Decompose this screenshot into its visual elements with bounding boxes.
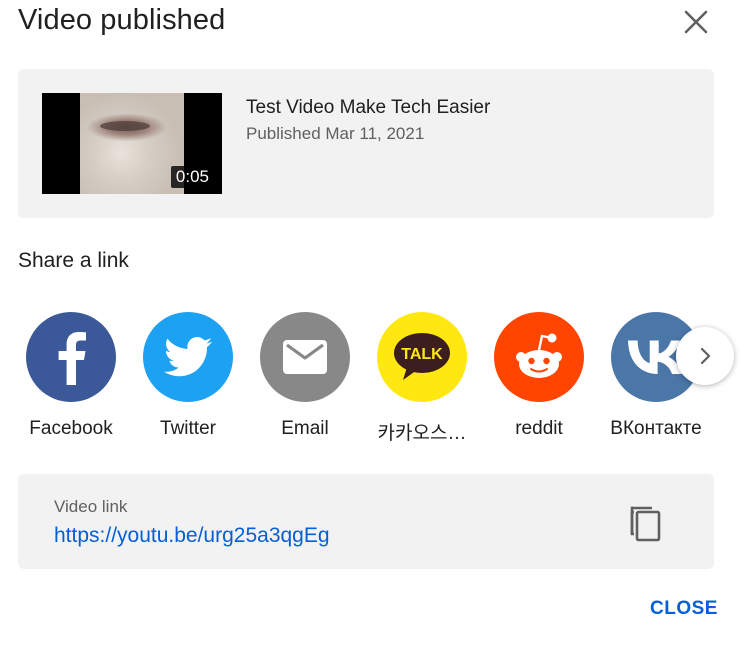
close-button[interactable]: CLOSE xyxy=(650,598,718,620)
share-reddit[interactable]: reddit xyxy=(481,312,597,440)
reddit-icon xyxy=(494,312,584,402)
share-label: reddit xyxy=(515,418,563,439)
share-label: ВКонтакте xyxy=(610,418,702,439)
close-x-icon[interactable] xyxy=(680,6,712,38)
dialog-title: Video published xyxy=(18,4,226,36)
facebook-icon xyxy=(26,312,116,402)
thumbnail-detail xyxy=(100,121,150,131)
chevron-right-icon xyxy=(700,347,711,365)
copy-icon[interactable] xyxy=(628,504,664,542)
next-share-button[interactable] xyxy=(676,327,734,385)
thumbnail-image xyxy=(80,93,184,194)
share-heading: Share a link xyxy=(18,249,129,272)
video-link-label: Video link xyxy=(54,497,128,516)
video-title: Test Video Make Tech Easier xyxy=(246,97,491,118)
video-link-url[interactable]: https://youtu.be/urg25a3qgEg xyxy=(54,524,330,548)
share-email[interactable]: Email xyxy=(247,312,363,440)
svg-text:TALK: TALK xyxy=(401,346,443,363)
share-label: Twitter xyxy=(160,418,216,439)
publish-date: Published Mar 11, 2021 xyxy=(246,124,425,143)
share-label: Facebook xyxy=(29,418,113,439)
share-label: Email xyxy=(281,418,329,439)
video-card: 0:05 Test Video Make Tech Easier Publish… xyxy=(18,69,714,218)
email-icon xyxy=(260,312,350,402)
share-kakao[interactable]: TALK 카카오스… xyxy=(364,312,480,445)
twitter-icon xyxy=(143,312,233,402)
duration-badge: 0:05 xyxy=(170,166,214,188)
share-label: 카카오스… xyxy=(377,423,467,444)
video-link-card: Video link https://youtu.be/urg25a3qgEg xyxy=(18,474,714,569)
video-thumbnail[interactable]: 0:05 xyxy=(42,93,222,194)
share-facebook[interactable]: Facebook xyxy=(13,312,129,440)
share-twitter[interactable]: Twitter xyxy=(130,312,246,440)
kakaotalk-icon: TALK xyxy=(377,312,467,402)
